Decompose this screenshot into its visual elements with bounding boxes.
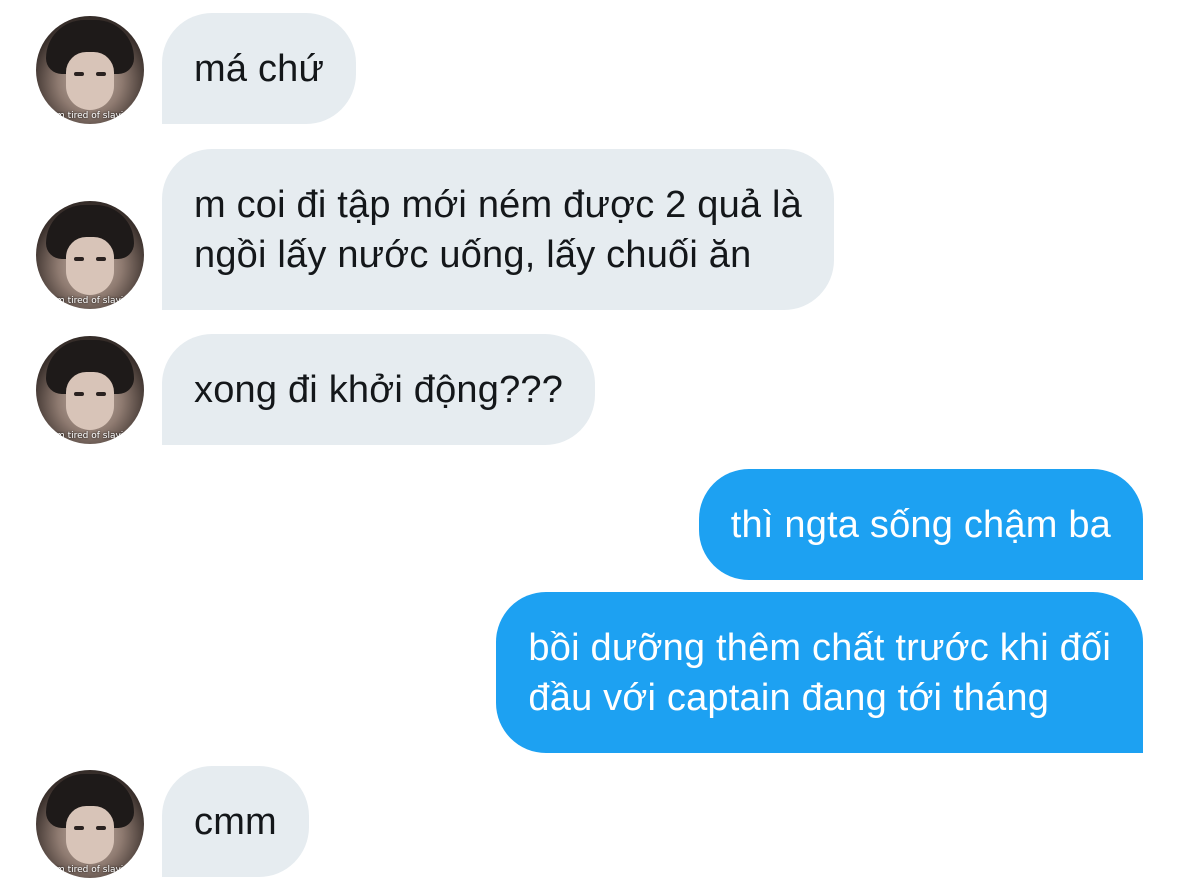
- avatar-caption: i'm tired of slavin: [50, 296, 130, 306]
- incoming-message-bubble[interactable]: m coi đi tập mới ném được 2 quả là ngồi …: [162, 149, 834, 310]
- avatar-face: [66, 237, 114, 295]
- sender-avatar[interactable]: i'm tired of slavin: [36, 201, 144, 309]
- avatar-face: [66, 372, 114, 430]
- avatar-face: [66, 52, 114, 110]
- avatar-eye: [74, 72, 84, 76]
- sender-avatar[interactable]: i'm tired of slavin: [36, 770, 144, 878]
- avatar-eye: [96, 392, 106, 396]
- avatar-caption: i'm tired of slavin: [50, 865, 130, 875]
- avatar-caption: i'm tired of slavin: [50, 111, 130, 121]
- avatar-eye: [96, 72, 106, 76]
- incoming-message-bubble[interactable]: cmm: [162, 766, 309, 877]
- message-thread: i'm tired of slavin má chứ i'm tired of …: [0, 0, 1179, 887]
- avatar-eye: [96, 257, 106, 261]
- incoming-message-bubble[interactable]: má chứ: [162, 13, 357, 124]
- avatar-caption: i'm tired of slavin: [50, 431, 130, 441]
- sender-avatar[interactable]: i'm tired of slavin: [36, 336, 144, 444]
- incoming-message-bubble[interactable]: xong đi khởi động???: [162, 334, 596, 445]
- avatar-eye: [96, 826, 106, 830]
- outgoing-message-bubble[interactable]: bồi dưỡng thêm chất trước khi đối đầu vớ…: [496, 592, 1143, 753]
- avatar-eye: [74, 257, 84, 261]
- avatar-eye: [74, 826, 84, 830]
- avatar-face: [66, 806, 114, 864]
- sender-avatar[interactable]: i'm tired of slavin: [36, 16, 144, 124]
- avatar-eye: [74, 392, 84, 396]
- outgoing-message-bubble[interactable]: thì ngta sống chậm ba: [698, 469, 1143, 580]
